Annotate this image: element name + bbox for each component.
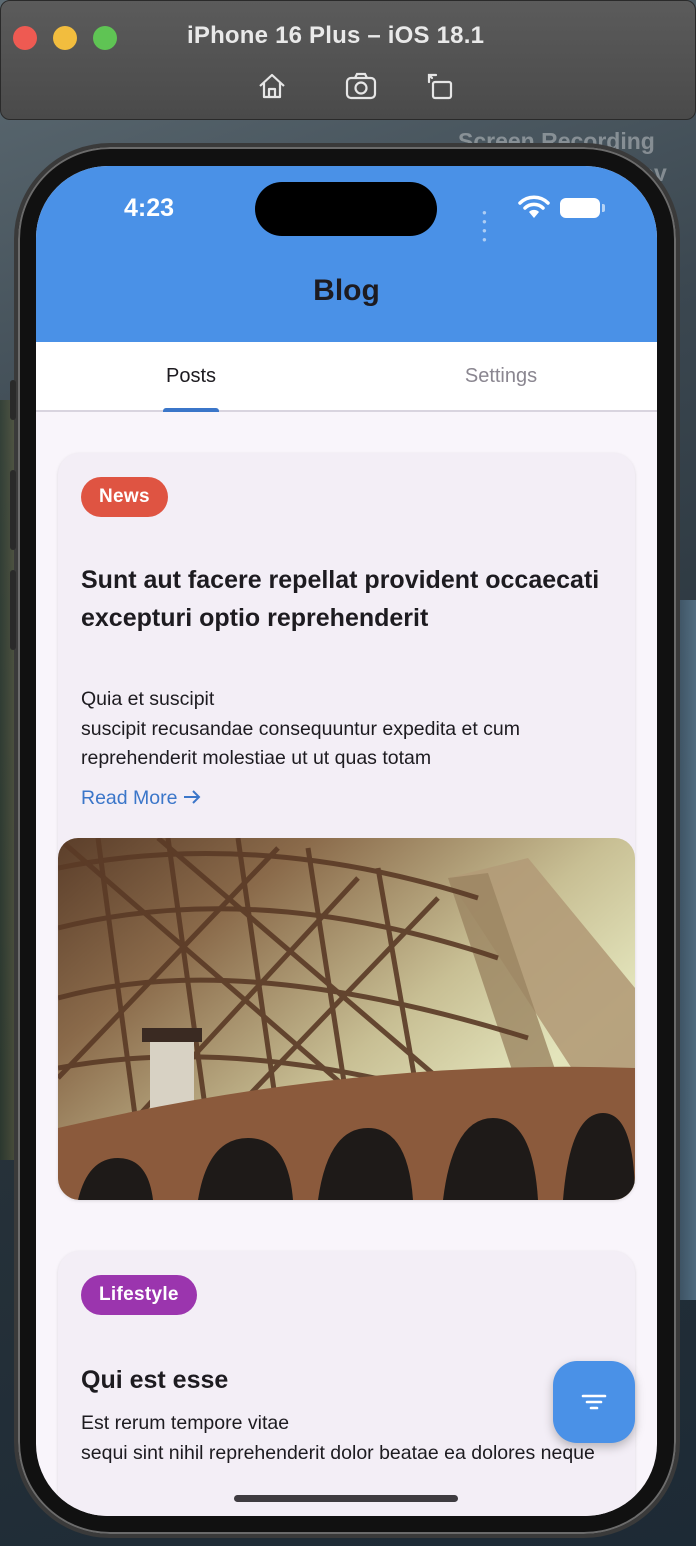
simulator-title-bar: iPhone 16 Plus – iOS 18.1: [0, 0, 696, 120]
tab-settings[interactable]: Settings: [346, 342, 656, 410]
cellular-signal-icon: ● ● ● ●: [482, 208, 489, 244]
arrow-right-icon: [183, 790, 201, 804]
post-excerpt: Est rerum tempore vitae sequi sint nihil…: [81, 1412, 595, 1464]
filter-icon: [581, 1394, 607, 1410]
tab-bar: Posts Settings: [36, 342, 657, 412]
post-card[interactable]: News Sunt aut facere repellat provident …: [58, 453, 635, 1200]
minimize-window-button[interactable]: [53, 26, 77, 50]
read-more-link[interactable]: Read More: [81, 787, 201, 810]
post-card[interactable]: Lifestyle Qui est esse Est rerum tempore…: [58, 1251, 635, 1516]
app-bar: 4:23 ● ● ● ● Blog: [36, 166, 657, 342]
category-badge: News: [81, 477, 168, 517]
tab-posts[interactable]: Posts: [36, 342, 346, 410]
battery-icon: [560, 198, 605, 218]
rotate-icon[interactable]: [423, 69, 457, 103]
volume-up-button: [10, 470, 16, 550]
close-window-button[interactable]: [13, 26, 37, 50]
post-title: Sunt aut facere repellat provident occae…: [81, 566, 600, 632]
tab-selected-indicator: [163, 408, 219, 412]
side-button: [10, 380, 16, 420]
bridge-photo: [58, 838, 635, 1200]
category-badge: Lifestyle: [81, 1275, 197, 1315]
home-indicator[interactable]: [234, 1495, 458, 1502]
wifi-icon: [518, 195, 550, 218]
post-excerpt: Quia et suscipit suscipit recusandae con…: [81, 688, 521, 769]
post-image: [58, 838, 635, 1200]
read-more-label: Read More: [81, 787, 178, 809]
post-title: Qui est esse: [81, 1366, 229, 1394]
phone-screen: 4:23 ● ● ● ● Blog Posts Settings News Su…: [36, 166, 657, 1516]
status-time: 4:23: [124, 194, 175, 222]
simulator-title: iPhone 16 Plus – iOS 18.1: [187, 22, 485, 49]
volume-down-button: [10, 570, 16, 650]
zoom-window-button[interactable]: [93, 26, 117, 50]
home-icon[interactable]: [255, 69, 289, 103]
dynamic-island: [255, 182, 437, 236]
screenshot-icon[interactable]: [344, 69, 378, 103]
page-title: Blog: [313, 274, 380, 307]
filter-button[interactable]: [553, 1361, 635, 1443]
